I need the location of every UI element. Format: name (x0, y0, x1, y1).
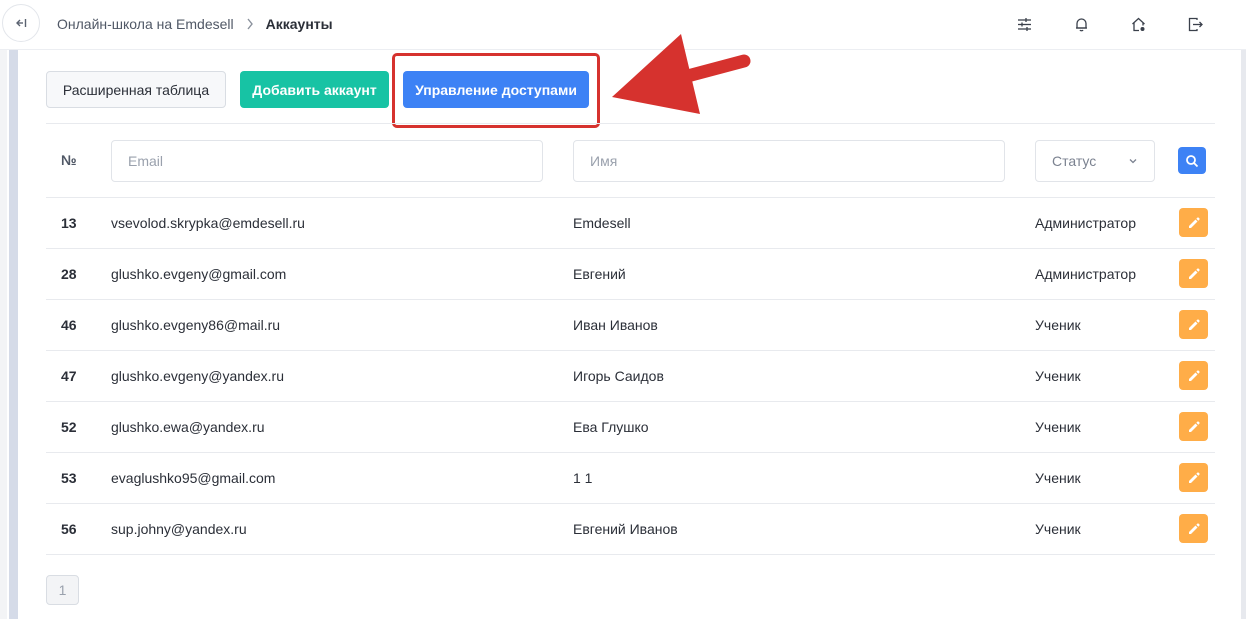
search-button[interactable] (1178, 147, 1206, 174)
account-id: 46 (61, 317, 77, 333)
pencil-icon (1187, 216, 1201, 230)
account-id: 13 (61, 215, 77, 231)
status-filter-label: Статус (1052, 153, 1097, 169)
edit-account-button[interactable] (1179, 208, 1208, 237)
account-id: 28 (61, 266, 77, 282)
collapse-arrow-icon (16, 19, 27, 27)
chevron-down-icon (1129, 159, 1137, 164)
pencil-icon (1187, 471, 1201, 485)
name-filter-input[interactable] (573, 140, 1005, 182)
table-row: 52 glushko.ewa@yandex.ru Ева Глушко Ученик (46, 402, 1215, 453)
home-settings-icon[interactable] (1128, 14, 1148, 34)
collapse-sidebar-button[interactable] (2, 4, 40, 42)
account-email: glushko.evgeny86@mail.ru (111, 317, 281, 333)
account-status: Ученик (1035, 521, 1081, 537)
search-icon (1186, 154, 1199, 167)
account-name: 1 1 (573, 470, 593, 486)
edit-account-button[interactable] (1179, 514, 1208, 543)
table-row: 56 sup.johny@yandex.ru Евгений Иванов Учени… (46, 504, 1215, 555)
account-email: vsevolod.skrypka@emdesell.ru (111, 215, 305, 231)
account-email: sup.johny@yandex.ru (111, 521, 247, 537)
table-row: 47 glushko.evgeny@yandex.ru Игорь Саидов Уч… (46, 351, 1215, 402)
account-id: 47 (61, 368, 77, 384)
scrollbar-track[interactable] (1241, 50, 1246, 619)
account-status: Администратор (1035, 215, 1137, 231)
annotation-arrow-icon (612, 34, 751, 114)
account-email: glushko.evgeny@gmail.com (111, 266, 287, 282)
pagination-page-button[interactable]: 1 (46, 575, 79, 605)
bell-icon[interactable] (1071, 14, 1091, 34)
number-column-header: № (61, 152, 77, 168)
logout-icon[interactable] (1185, 14, 1205, 34)
toolbar-divider (46, 123, 1215, 124)
account-id: 52 (61, 419, 77, 435)
table-row: 46 glushko.evgeny86@mail.ru Иван Иванов Уче… (46, 300, 1215, 351)
account-id: 56 (61, 521, 77, 537)
breadcrumb: Онлайн-школа на Emdesell Аккаунты (57, 16, 333, 32)
table-row: 53 evaglushko95@gmail.com 1 1 Ученик (46, 453, 1215, 504)
add-account-button[interactable]: Добавить аккаунт (240, 71, 389, 108)
email-filter-input[interactable] (111, 140, 543, 182)
pencil-icon (1187, 318, 1201, 332)
annotation-highlight-box (392, 53, 600, 128)
edit-account-button[interactable] (1179, 310, 1208, 339)
account-email: evaglushko95@gmail.com (111, 470, 276, 486)
account-status: Ученик (1035, 317, 1081, 333)
account-email: glushko.ewa@yandex.ru (111, 419, 265, 435)
pencil-icon (1187, 522, 1201, 536)
account-status: Ученик (1035, 419, 1081, 435)
status-filter-select[interactable]: Статус (1035, 140, 1155, 182)
account-id: 53 (61, 470, 77, 486)
pencil-icon (1187, 420, 1201, 434)
account-status: Ученик (1035, 470, 1081, 486)
pencil-icon (1187, 267, 1201, 281)
sidebar-edge (0, 50, 7, 619)
account-email: glushko.evgeny@yandex.ru (111, 368, 284, 384)
breadcrumb-parent-link[interactable]: Онлайн-школа на Emdesell (57, 16, 234, 32)
sliders-icon[interactable] (1014, 14, 1034, 34)
table-row: 13 vsevolod.skrypka@emdesell.ru Emdesell Ад… (46, 198, 1215, 249)
account-name: Евгений (573, 266, 626, 282)
edit-account-button[interactable] (1179, 463, 1208, 492)
edit-account-button[interactable] (1179, 259, 1208, 288)
account-status: Администратор (1035, 266, 1137, 282)
account-name: Игорь Саидов (573, 368, 664, 384)
account-name: Иван Иванов (573, 317, 658, 333)
account-name: Emdesell (573, 215, 631, 231)
chevron-right-icon (246, 18, 254, 30)
account-name: Евгений Иванов (573, 521, 678, 537)
table-row: 28 glushko.evgeny@gmail.com Евгений Админис… (46, 249, 1215, 300)
pencil-icon (1187, 369, 1201, 383)
breadcrumb-current: Аккаунты (265, 16, 333, 32)
edit-account-button[interactable] (1179, 412, 1208, 441)
edit-account-button[interactable] (1179, 361, 1208, 390)
extended-table-button[interactable]: Расширенная таблица (46, 71, 226, 108)
account-name: Ева Глушко (573, 419, 649, 435)
account-status: Ученик (1035, 368, 1081, 384)
sidebar-rail (9, 50, 18, 619)
